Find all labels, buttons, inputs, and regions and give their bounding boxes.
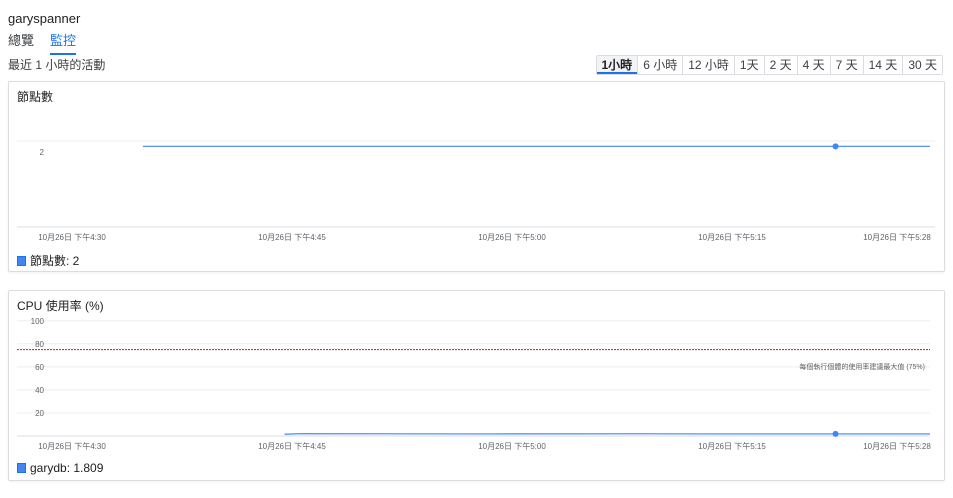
range-30d-button[interactable]: 30 天 xyxy=(902,56,942,74)
nodes-legend[interactable]: 節點數: 2 xyxy=(17,252,79,269)
instance-name: garyspanner xyxy=(8,11,81,26)
nodes-x-tick-label: 10月26日 下午5:15 xyxy=(698,232,766,242)
series-point xyxy=(832,430,839,437)
range-1d-button[interactable]: 1天 xyxy=(733,56,764,74)
range-14d-button[interactable]: 14 天 xyxy=(862,56,903,74)
nodes-x-tick-label: 10月26日 下午4:30 xyxy=(38,232,106,242)
cpu-y-tick-label: 20 xyxy=(35,409,44,418)
cpu-chart-card: CPU 使用率 (%) 每個執行個體的使用率建議最大值 (75%) 10月26日… xyxy=(8,290,945,481)
cpu-x-tick-label: 10月26日 下午5:28 xyxy=(863,441,931,451)
range-4d-button[interactable]: 4 天 xyxy=(796,56,830,74)
cpu-y-tick-label: 60 xyxy=(35,363,44,372)
legend-swatch-icon xyxy=(17,463,26,473)
range-1h-button[interactable]: 1小時 xyxy=(596,56,638,74)
cpu-y-tick-label: 40 xyxy=(35,386,44,395)
activity-label: 最近 1 小時的活動 xyxy=(8,58,106,72)
nodes-y-tick-label: 2 xyxy=(40,148,45,157)
legend-swatch-icon xyxy=(17,255,26,266)
nodes-x-tick-label: 10月26日 下午4:45 xyxy=(258,232,326,242)
tab-monitoring[interactable]: 監控 xyxy=(50,30,77,55)
cpu-y-tick-label: 100 xyxy=(31,317,45,326)
nodes-x-tick-label: 10月26日 下午5:00 xyxy=(478,232,546,242)
cpu-legend-label: garydb: 1.809 xyxy=(30,461,104,475)
range-6h-button[interactable]: 6 小時 xyxy=(637,56,683,74)
series-point xyxy=(832,143,839,150)
cpu-x-tick-label: 10月26日 下午5:15 xyxy=(698,441,766,451)
nodes-x-tick-label: 10月26日 下午5:28 xyxy=(863,232,931,242)
nodes-chart: 2 10月26日 下午4:30 10月26日 下午4:45 10月26日 下午5… xyxy=(17,140,935,242)
cpu-y-tick-label: 80 xyxy=(35,340,44,349)
nodes-chart-card: 節點數 2 10月26日 下午4:30 10月26日 下午4:45 10月26日… xyxy=(8,81,945,272)
cpu-chart: 每個執行個體的使用率建議最大值 (75%) 10月26日 下午4:30 10月2… xyxy=(17,317,931,451)
tab-overview[interactable]: 總覽 xyxy=(8,30,34,55)
cpu-x-tick-label: 10月26日 下午4:45 xyxy=(258,441,326,451)
tab-bar: 總覽 監控 xyxy=(8,30,92,55)
cpu-threshold-label: 每個執行個體的使用率建議最大值 (75%) xyxy=(799,362,925,371)
time-range-selector: 1小時 6 小時 12 小時 1天 2 天 4 天 7 天 14 天 30 天 xyxy=(595,55,943,75)
cpu-x-tick-label: 10月26日 下午4:30 xyxy=(38,441,106,451)
nodes-legend-label: 節點數: 2 xyxy=(30,254,80,268)
cpu-x-tick-label: 10月26日 下午5:00 xyxy=(478,441,546,451)
range-2d-button[interactable]: 2 天 xyxy=(763,56,797,74)
range-7d-button[interactable]: 7 天 xyxy=(829,56,863,74)
cpu-legend[interactable]: garydb: 1.809 xyxy=(17,461,103,475)
range-12h-button[interactable]: 12 小時 xyxy=(682,56,734,74)
